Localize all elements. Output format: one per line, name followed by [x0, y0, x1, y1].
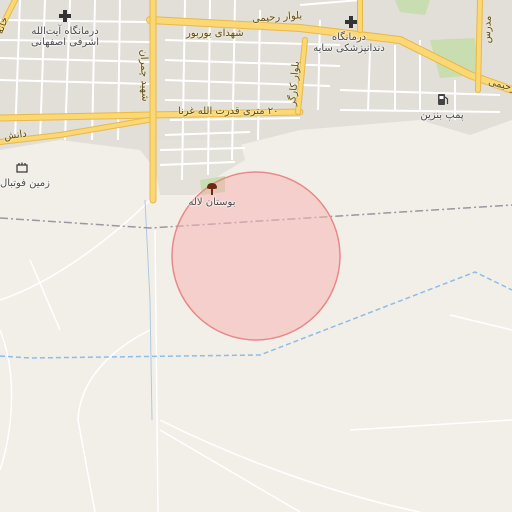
football-field-marker[interactable]	[16, 162, 28, 174]
road-label-20m: ۲۰ متری قدرت الله غرنا	[178, 106, 279, 117]
football-field-label: زمین فوتبال	[0, 178, 50, 189]
road-label-shohada: شهدای بوربور	[186, 28, 244, 39]
road-label-right-top: مدرس	[481, 15, 494, 44]
gas-station-label: پمپ بنزین	[420, 110, 464, 121]
road-label-chamran: شهید چمران	[137, 49, 151, 102]
tree-icon	[207, 183, 217, 195]
fuel-icon	[438, 94, 449, 105]
clinic-name-2b: دندانپزشکی سایه	[313, 43, 385, 54]
clinic-name-1b: اشرفی اصفهانی	[30, 37, 100, 48]
clinic-name-1a: درمانگاه آیت‌الله	[31, 26, 99, 37]
clinic-name-2a: درمانگاه	[331, 32, 367, 43]
plus-icon	[59, 10, 71, 22]
park-label: بوستان لاله	[188, 197, 236, 208]
park-marker[interactable]	[205, 182, 219, 196]
clinic-label-2: درمانگاه دندانپزشکی سایه	[304, 32, 394, 54]
plus-icon	[345, 16, 357, 28]
waterway-2	[144, 199, 153, 421]
stadium-icon	[16, 162, 28, 173]
clinic-label-1: درمانگاه آیت‌الله اشرفی اصفهانی	[20, 26, 110, 48]
clinic-marker-1[interactable]	[58, 9, 72, 23]
gas-station-marker[interactable]	[437, 92, 449, 106]
map-base	[0, 0, 512, 512]
map-view[interactable]: بلوار رحیمی شهدای بوربور ۲۰ متری قدرت ال…	[0, 0, 512, 512]
clinic-marker-2[interactable]	[344, 15, 358, 29]
